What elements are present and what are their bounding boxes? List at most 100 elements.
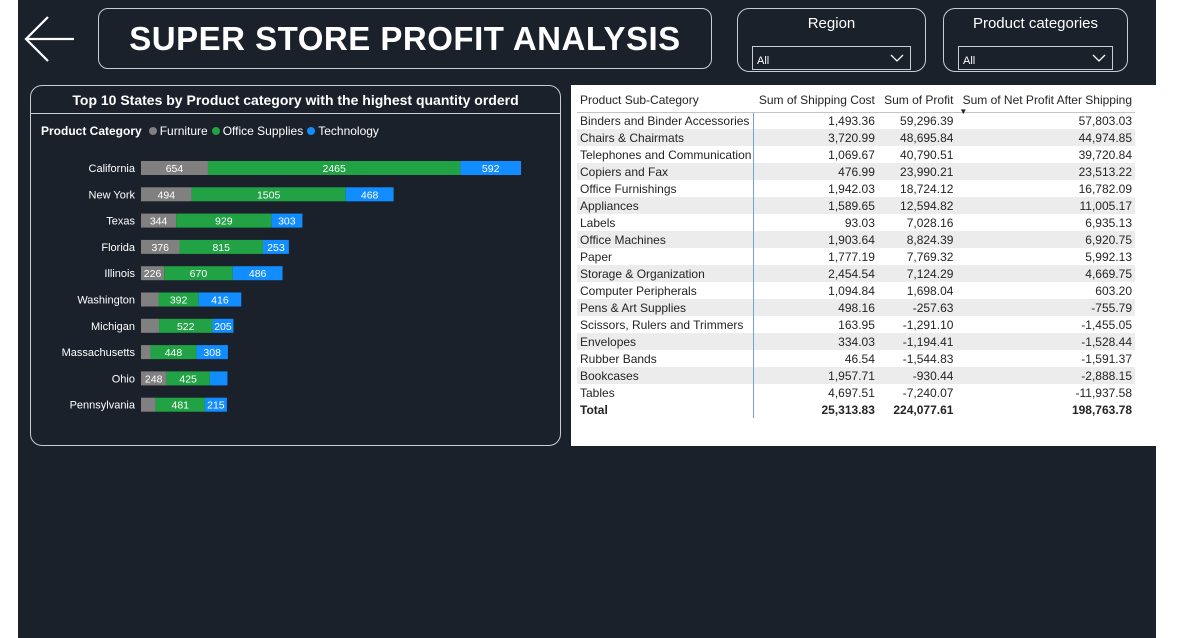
cell-subcategory: Rubber Bands xyxy=(580,351,657,366)
cell-shipping-cost: 1,903.64 xyxy=(755,231,878,248)
cell-shipping-cost: 46.54 xyxy=(844,351,875,366)
region-dropdown-value: All xyxy=(757,55,770,67)
back-button[interactable] xyxy=(22,12,78,66)
cell-profit: -1,291.10 xyxy=(902,317,954,332)
cell-subcategory: Envelopes xyxy=(577,333,756,350)
bar-pennsylvania-furniture[interactable] xyxy=(141,397,156,412)
table-row[interactable]: Scissors, Rulers and Trimmers 163.95 -1,29… xyxy=(577,316,1135,333)
data-label-massachusetts-office-supplies: 448 xyxy=(165,347,183,359)
header-net-profit[interactable]: Sum of Net Profit After Shipping ▼ xyxy=(956,90,1135,116)
table-row[interactable]: Telephones and Communication 1,069.67 40,7… xyxy=(577,146,1135,163)
data-label-texas-office-supplies: 929 xyxy=(215,216,233,228)
cell-net-profit: 23,513.22 xyxy=(956,163,1135,180)
cell-net-profit: 16,782.09 xyxy=(1078,181,1132,196)
table-row[interactable]: Pens & Art Supplies 498.16 -257.63 -755.79 xyxy=(577,299,1135,316)
cell-shipping-cost: 1,069.67 xyxy=(828,147,875,162)
cell-subcategory: Chairs & Chairmats xyxy=(577,129,756,146)
cell-subcategory: Pens & Art Supplies xyxy=(577,299,756,316)
cell-shipping-cost: 1,957.71 xyxy=(755,367,878,384)
report-title: SUPER STORE PROFIT ANALYSIS xyxy=(129,19,681,57)
table-row[interactable]: Paper 1,777.19 7,769.32 5,992.13 xyxy=(577,248,1135,265)
data-label-pennsylvania-office-supplies: 481 xyxy=(172,400,190,412)
bar-massachusetts-furniture[interactable] xyxy=(141,345,151,360)
chevron-down-icon xyxy=(1092,54,1106,62)
cell-profit: -1,544.83 xyxy=(902,351,954,366)
cell-subcategory: Labels xyxy=(580,215,616,230)
data-label-illinois-furniture: 226 xyxy=(144,268,162,280)
cell-net-profit: 6,935.13 xyxy=(1085,215,1132,230)
header-profit[interactable]: Sum of Profit xyxy=(877,90,957,113)
data-label-ohio-furniture: 248 xyxy=(145,373,163,385)
cell-shipping-cost: 498.16 xyxy=(755,299,878,316)
bar-ohio-technology[interactable] xyxy=(209,371,228,386)
category-dropdown-value: All xyxy=(963,55,976,67)
header-shipping-cost[interactable]: Sum of Shipping Cost xyxy=(755,90,878,113)
bar-washington-furniture[interactable] xyxy=(141,292,159,307)
cell-shipping-cost: 334.03 xyxy=(755,333,878,350)
category-label-pennsylvania: Pennsylvania xyxy=(70,400,136,412)
category-label-michigan: Michigan xyxy=(91,321,135,333)
cell-subcategory: Storage & Organization xyxy=(577,265,756,282)
total-subcategory: Total xyxy=(580,402,608,417)
cell-subcategory: Bookcases xyxy=(577,367,756,384)
table-body: Binders and Binder Accessories 1,493.36 59… xyxy=(577,112,1135,418)
cell-subcategory: Appliances xyxy=(577,197,756,214)
total-profit: 224,077.61 xyxy=(893,402,954,417)
table-row[interactable]: Rubber Bands 46.54 -1,544.83 -1,591.37 xyxy=(577,350,1135,367)
cell-profit: 48,695.84 xyxy=(877,129,957,146)
header-product-subcategory[interactable]: Product Sub-Category xyxy=(577,90,756,113)
table-row[interactable]: Office Furnishings 1,942.03 18,724.12 16,78… xyxy=(577,180,1135,197)
table-row[interactable]: Computer Peripherals 1,094.84 1,698.04 603.… xyxy=(577,282,1135,299)
table-row[interactable]: Binders and Binder Accessories 1,493.36 59… xyxy=(577,112,1135,129)
total-shipping-cost: 25,313.83 xyxy=(821,402,875,417)
cell-subcategory: Office Machines xyxy=(577,231,756,248)
cell-net-profit: -2,888.15 xyxy=(956,367,1135,384)
data-label-new-york-furniture: 494 xyxy=(158,189,176,201)
stacked-bar-chart: California 654 2465 592 New York 494 1505 468 Te… xyxy=(62,161,521,412)
cell-shipping-cost: 476.99 xyxy=(755,163,878,180)
cell-shipping-cost: 2,454.54 xyxy=(755,265,878,282)
cell-net-profit: 5,992.13 xyxy=(1085,249,1132,264)
table-row[interactable]: Appliances 1,589.65 12,594.82 11,005.17 xyxy=(577,197,1135,214)
cell-shipping-cost: 1,589.65 xyxy=(755,197,878,214)
state-category-chart-card: Top 10 States by Product category with t… xyxy=(30,85,561,446)
category-label-new-york: New York xyxy=(89,189,136,201)
table-row[interactable]: Labels 93.03 7,028.16 6,935.13 xyxy=(577,214,1135,231)
cell-net-profit: 44,974.85 xyxy=(956,129,1135,146)
category-dropdown[interactable]: All xyxy=(958,46,1113,70)
table-row[interactable]: Bookcases 1,957.71 -930.44 -2,888.15 xyxy=(577,367,1135,384)
table-row[interactable]: Envelopes 334.03 -1,194.41 -1,528.44 xyxy=(577,333,1135,350)
data-label-florida-technology: 253 xyxy=(267,242,285,254)
cell-net-profit: 603.20 xyxy=(1095,283,1132,298)
cell-subcategory: Scissors, Rulers and Trimmers xyxy=(580,317,744,332)
cell-net-profit: -1,528.44 xyxy=(956,333,1135,350)
cell-profit: -7,240.07 xyxy=(902,385,954,400)
category-slicer: Product categories All xyxy=(943,8,1128,72)
data-label-california-furniture: 654 xyxy=(166,163,184,175)
bar-michigan-furniture[interactable] xyxy=(141,318,160,333)
report-title-box: SUPER STORE PROFIT ANALYSIS xyxy=(98,8,712,69)
cell-shipping-cost: 1,094.84 xyxy=(828,283,875,298)
cell-profit: -930.44 xyxy=(877,367,957,384)
cell-net-profit: -1,455.05 xyxy=(1081,317,1132,332)
sort-descending-icon: ▼ xyxy=(959,106,968,116)
cell-net-profit: 57,803.03 xyxy=(1078,113,1132,128)
table-row[interactable]: Storage & Organization 2,454.54 7,124.29 4,… xyxy=(577,265,1135,282)
table-row[interactable]: Tables 4,697.51 -7,240.07 -11,937.58 xyxy=(577,384,1135,401)
category-label-florida: Florida xyxy=(101,242,136,254)
data-label-pennsylvania-technology: 215 xyxy=(207,400,225,412)
data-label-new-york-technology: 468 xyxy=(361,189,379,201)
cell-shipping-cost: 4,697.51 xyxy=(828,385,875,400)
cell-profit: 7,124.29 xyxy=(877,265,957,282)
data-label-ohio-office-supplies: 425 xyxy=(179,373,197,385)
category-label-ohio: Ohio xyxy=(112,373,135,385)
table-row[interactable]: Office Machines 1,903.64 8,824.39 6,920.75 xyxy=(577,231,1135,248)
table-row[interactable]: Chairs & Chairmats 3,720.99 48,695.84 44,97… xyxy=(577,129,1135,146)
cell-shipping-cost: 3,720.99 xyxy=(755,129,878,146)
data-label-michigan-technology: 205 xyxy=(214,321,232,333)
table-row[interactable]: Copiers and Fax 476.99 23,990.21 23,513.22 xyxy=(577,163,1135,180)
column-divider xyxy=(753,113,754,418)
data-label-new-york-office-supplies: 1505 xyxy=(257,189,281,201)
region-dropdown[interactable]: All xyxy=(752,46,911,70)
table-total-row: Total 25,313.83 224,077.61 198,763.78 xyxy=(577,401,1135,418)
